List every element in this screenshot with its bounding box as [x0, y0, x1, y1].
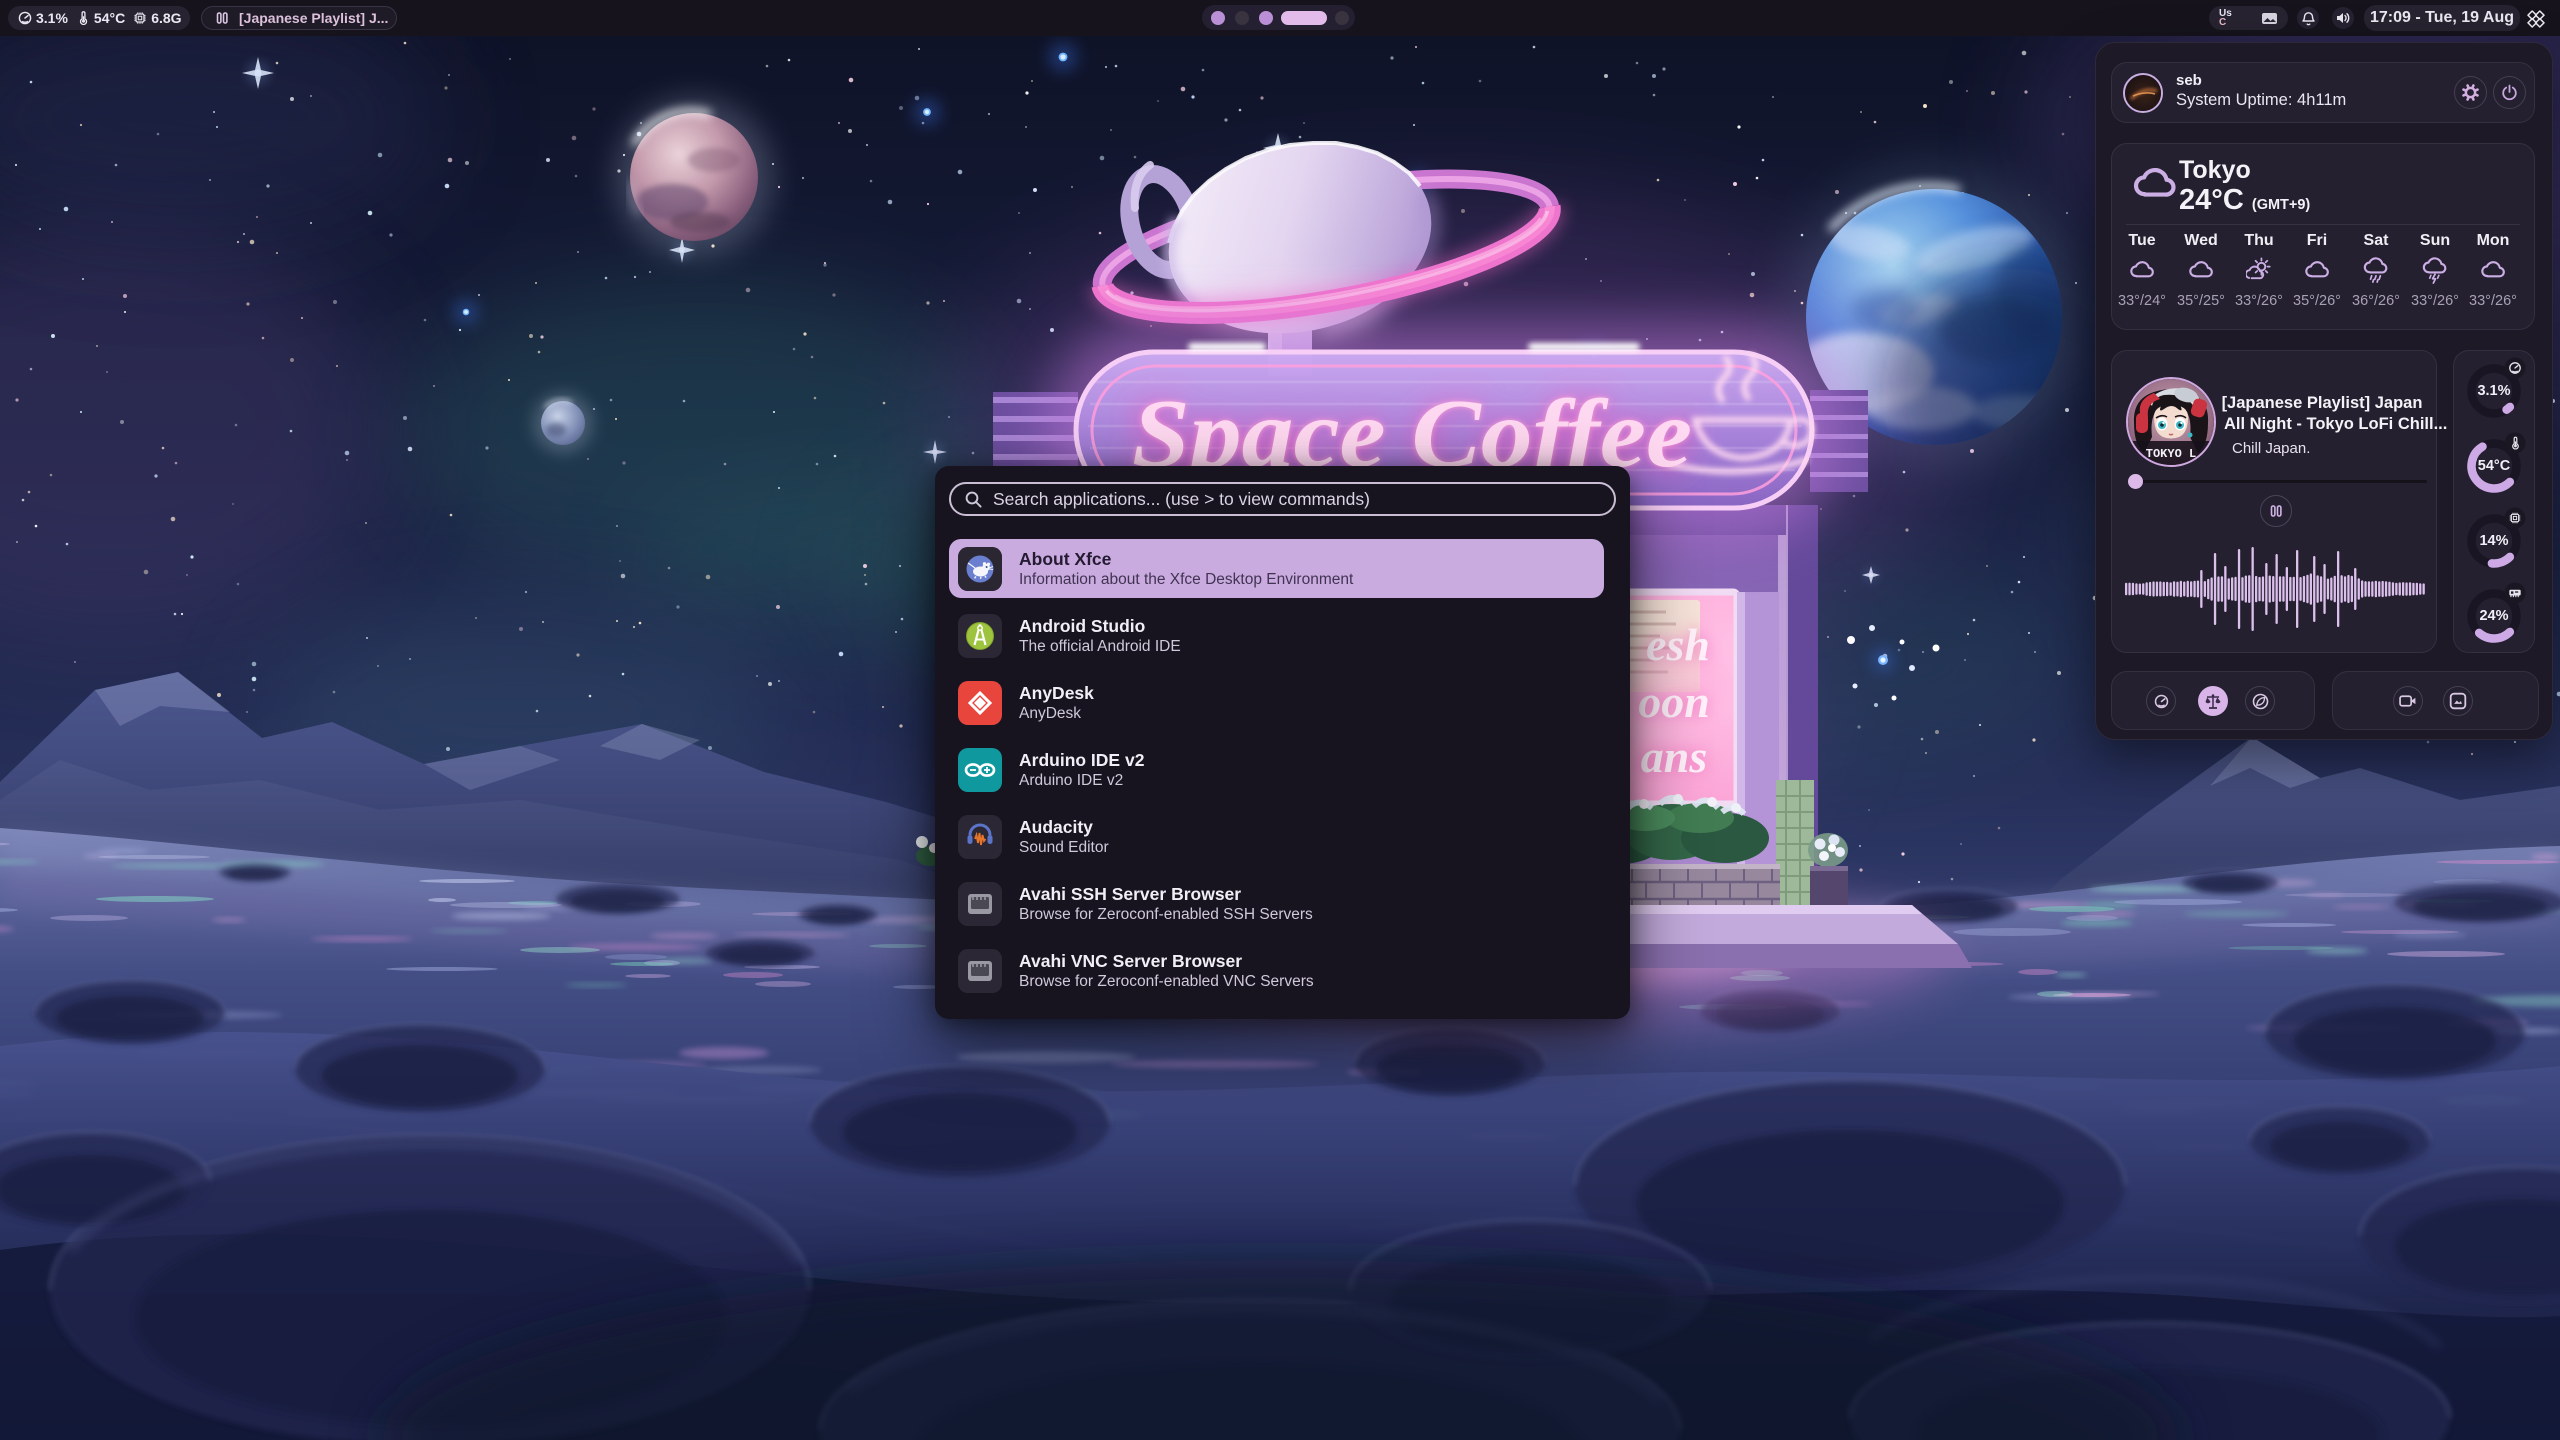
- svg-text:TOKYO L: TOKYO L: [2146, 447, 2196, 461]
- svg-text:esh: esh: [1646, 619, 1710, 670]
- svg-text:oon: oon: [1638, 676, 1710, 727]
- svg-text:ans: ans: [1641, 731, 1707, 782]
